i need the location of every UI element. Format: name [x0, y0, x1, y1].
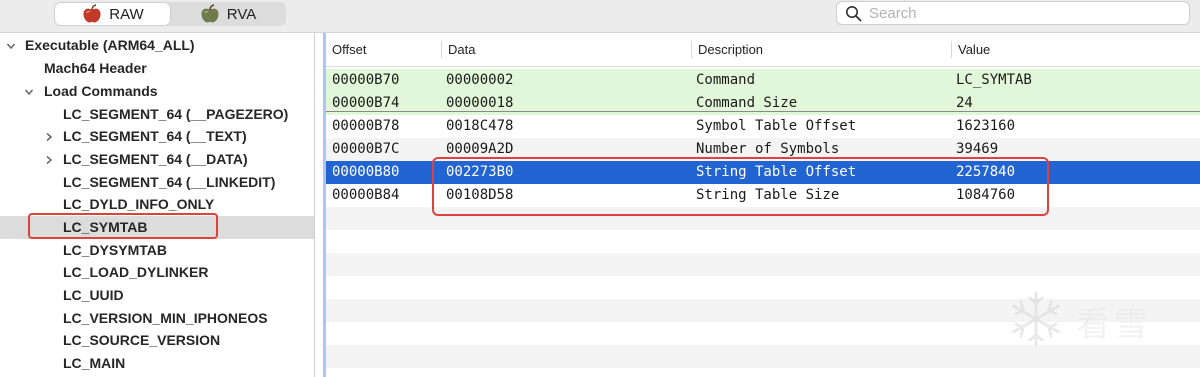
tree-item-label: Load Commands: [44, 83, 158, 99]
chevron-down-icon[interactable]: [22, 80, 36, 103]
table-header: Offset Data Description Value: [326, 33, 1200, 67]
column-header-data[interactable]: Data: [448, 33, 475, 66]
cell-offset: 00000B78: [332, 118, 400, 134]
tree-item-lc-version-min-iphoneos[interactable]: LC_VERSION_MIN_IPHONEOS: [0, 307, 314, 330]
tree-item-lc-main[interactable]: LC_MAIN: [0, 352, 314, 375]
tree-item-lc-load-dylinker[interactable]: LC_LOAD_DYLINKER: [0, 261, 314, 284]
cell-data: 0018C478: [446, 118, 514, 134]
tree-item-label: LC_SEGMENT_64 (__PAGEZERO): [63, 106, 289, 122]
toolbar: RAW RVA: [0, 0, 1200, 33]
sidebar-tree: Executable (ARM64_ALL) Mach64 Header Loa…: [0, 33, 315, 377]
cell-description: Symbol Table Offset: [696, 118, 857, 134]
tree-item-lc-segment-data[interactable]: LC_SEGMENT_64 (__DATA): [0, 148, 314, 171]
tree-item-label: LC_LOAD_DYLINKER: [63, 264, 209, 280]
table-row[interactable]: 00000B70 00000002 Command LC_SYMTAB: [326, 69, 1200, 92]
chevron-right-icon[interactable]: [42, 148, 56, 171]
table-row[interactable]: 00000B78 0018C478 Symbol Table Offset 16…: [326, 115, 1200, 138]
cell-value: LC_SYMTAB: [956, 72, 1032, 88]
tree-item-lc-dysymtab[interactable]: LC_DYSYMTAB: [0, 239, 314, 262]
cell-data: 00000002: [446, 72, 514, 88]
cell-description: Command: [696, 72, 756, 88]
search-icon: [846, 5, 862, 21]
tree-item-lc-segment-text[interactable]: LC_SEGMENT_64 (__TEXT): [0, 125, 314, 148]
column-header-value[interactable]: Value: [958, 33, 990, 66]
tree-item-label: LC_SEGMENT_64 (__DATA): [63, 151, 248, 167]
tree-item-label: LC_UUID: [63, 287, 124, 303]
search-field[interactable]: [836, 1, 1190, 25]
empty-row: [326, 368, 1200, 377]
apple-rva-icon: [201, 4, 219, 23]
column-header-offset[interactable]: Offset: [332, 33, 366, 66]
group-divider: [326, 111, 1200, 112]
tree-item-label: LC_SEGMENT_64 (__TEXT): [63, 128, 247, 144]
tree-item-lc-uuid[interactable]: LC_UUID: [0, 284, 314, 307]
empty-row: [326, 253, 1200, 276]
chevron-right-icon[interactable]: [42, 125, 56, 148]
raw-mode-label: RAW: [109, 5, 144, 23]
tree-item-label: LC_VERSION_MIN_IPHONEOS: [63, 310, 268, 326]
raw-mode-button[interactable]: RAW: [55, 3, 170, 25]
watermark-text: 看雪: [1076, 305, 1152, 345]
cell-offset: 00000B7C: [332, 141, 400, 157]
view-mode-segmented-control: RAW RVA: [54, 2, 286, 26]
tree-item-lc-segment-linkedit[interactable]: LC_SEGMENT_64 (__LINKEDIT): [0, 171, 314, 194]
cell-offset: 00000B80: [332, 164, 400, 180]
tree-item-label: LC_MAIN: [63, 355, 126, 371]
tree-item-label: Mach64 Header: [44, 60, 147, 76]
tree-item-label: Executable (ARM64_ALL): [25, 37, 195, 53]
chevron-down-icon[interactable]: [4, 34, 18, 57]
highlight-box-symtab: [28, 213, 218, 239]
tree-item-lc-segment-pagezero[interactable]: LC_SEGMENT_64 (__PAGEZERO): [0, 103, 314, 126]
tree-item-executable[interactable]: Executable (ARM64_ALL): [0, 34, 314, 57]
rva-mode-button[interactable]: RVA: [170, 3, 285, 25]
tree-item-mach64-header[interactable]: Mach64 Header: [0, 57, 314, 80]
tree-item-label: LC_SEGMENT_64 (__LINKEDIT): [63, 174, 276, 190]
highlight-box-string-table: [432, 157, 1049, 216]
column-divider[interactable]: [951, 41, 952, 58]
cell-offset: 00000B84: [332, 187, 400, 203]
tree-item-lc-source-version[interactable]: LC_SOURCE_VERSION: [0, 329, 314, 352]
cell-offset: 00000B70: [332, 72, 400, 88]
tree-item-load-commands[interactable]: Load Commands: [0, 80, 314, 103]
column-divider[interactable]: [441, 41, 442, 58]
column-header-description[interactable]: Description: [698, 33, 763, 66]
snowflake-icon: [1012, 291, 1060, 347]
cell-value: 1623160: [956, 118, 1016, 134]
empty-row: [326, 230, 1200, 253]
watermark: 看雪: [1004, 287, 1194, 353]
apple-raw-icon: [83, 4, 101, 23]
rva-mode-label: RVA: [226, 5, 257, 23]
tree-item-label: LC_SOURCE_VERSION: [63, 332, 221, 348]
tree-item-label: LC_DYSYMTAB: [63, 242, 167, 258]
column-divider[interactable]: [691, 41, 692, 58]
search-input[interactable]: [869, 4, 1169, 22]
